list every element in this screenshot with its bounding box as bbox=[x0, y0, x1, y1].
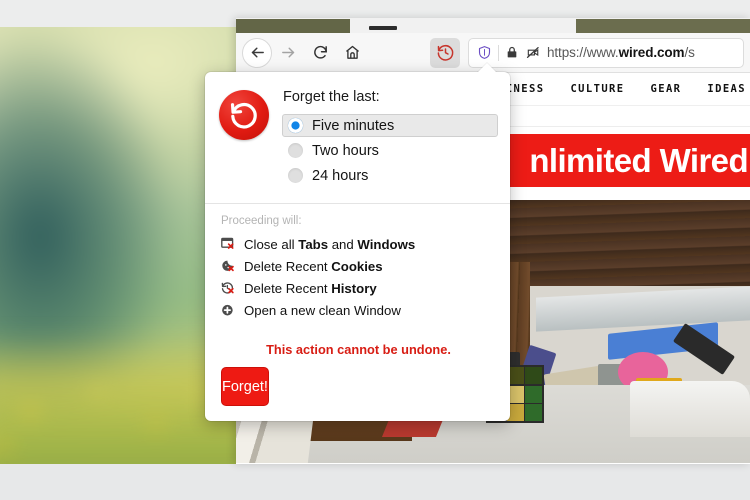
duration-chooser: Forget the last: Five minutes Two hours … bbox=[282, 88, 498, 189]
action-label: Close all Tabs and Windows bbox=[244, 236, 416, 252]
tab-item-left[interactable] bbox=[236, 19, 350, 33]
lock-icon[interactable] bbox=[505, 45, 519, 60]
duration-option-five-minutes[interactable]: Five minutes bbox=[282, 114, 498, 137]
popup-title: Forget the last: bbox=[283, 89, 380, 105]
duration-label: 24 hours bbox=[312, 167, 369, 184]
site-nav-item-culture[interactable]: CULTURE bbox=[570, 83, 624, 95]
action-label: Open a new clean Window bbox=[244, 302, 401, 318]
action-label: Delete Recent Cookies bbox=[244, 258, 383, 274]
home-icon bbox=[344, 44, 361, 61]
duration-option-two-hours[interactable]: Two hours bbox=[283, 139, 498, 162]
screen: https://www.wired.com/s USINESS CULTURE … bbox=[0, 0, 750, 500]
action-item-close-tabs: Close all Tabs and Windows bbox=[221, 233, 496, 255]
action-item-delete-cookies: Delete Recent Cookies bbox=[221, 255, 496, 277]
radio-icon-selected bbox=[288, 118, 303, 133]
url-text: https://www.wired.com/s bbox=[547, 45, 695, 60]
shield-icon[interactable] bbox=[477, 45, 492, 60]
reload-button[interactable] bbox=[304, 37, 336, 69]
window-close-icon bbox=[221, 237, 237, 252]
action-item-delete-history: Delete Recent History bbox=[221, 277, 496, 299]
popup-body: Proceeding will: Close all Tabs and Wind… bbox=[205, 204, 510, 357]
home-button[interactable] bbox=[336, 37, 368, 69]
history-delete-icon bbox=[221, 281, 237, 296]
radio-icon bbox=[288, 143, 303, 158]
site-nav-item-ideas[interactable]: IDEAS bbox=[707, 83, 746, 95]
tab-marker bbox=[369, 26, 397, 30]
promo-banner-text: nlimited Wired bbox=[529, 141, 748, 179]
duration-option-24-hours[interactable]: 24 hours bbox=[283, 164, 498, 187]
proceeding-heading: Proceeding will: bbox=[221, 215, 302, 227]
desktop-bottom-strip bbox=[0, 464, 750, 500]
cookie-delete-icon bbox=[221, 259, 237, 274]
url-separator bbox=[498, 44, 499, 61]
forget-undo-icon bbox=[219, 90, 269, 140]
action-label: Delete Recent History bbox=[244, 280, 377, 296]
permission-blocked-icon[interactable] bbox=[525, 45, 541, 60]
reload-icon bbox=[312, 44, 329, 61]
url-bar[interactable]: https://www.wired.com/s bbox=[468, 37, 744, 68]
arrow-right-icon bbox=[280, 44, 297, 61]
warning-text: This action cannot be undone. bbox=[266, 342, 451, 357]
browser-tab-strip[interactable] bbox=[236, 18, 750, 33]
wallpaper-foreground-blur bbox=[0, 334, 240, 464]
duration-label: Two hours bbox=[312, 142, 379, 159]
popup-arrow bbox=[477, 63, 497, 73]
photo-white-cabinet bbox=[630, 381, 750, 437]
forget-popup-panel: Forget the last: Five minutes Two hours … bbox=[205, 63, 510, 421]
popup-header: Forget the last: Five minutes Two hours … bbox=[205, 72, 510, 203]
desktop-wallpaper bbox=[0, 27, 240, 464]
forward-button[interactable] bbox=[272, 37, 304, 69]
tab-item-right[interactable] bbox=[576, 19, 750, 33]
forget-history-icon bbox=[436, 43, 455, 62]
arrow-left-icon bbox=[249, 44, 266, 61]
forget-confirm-button[interactable]: Forget! bbox=[221, 367, 269, 406]
back-button[interactable] bbox=[242, 37, 272, 68]
forget-toolbar-button[interactable] bbox=[430, 37, 460, 68]
action-item-open-clean-window: Open a new clean Window bbox=[221, 299, 496, 321]
plus-circle-icon bbox=[221, 303, 237, 318]
duration-label: Five minutes bbox=[312, 117, 395, 134]
site-nav-item-gear[interactable]: GEAR bbox=[651, 83, 682, 95]
radio-icon bbox=[288, 168, 303, 183]
